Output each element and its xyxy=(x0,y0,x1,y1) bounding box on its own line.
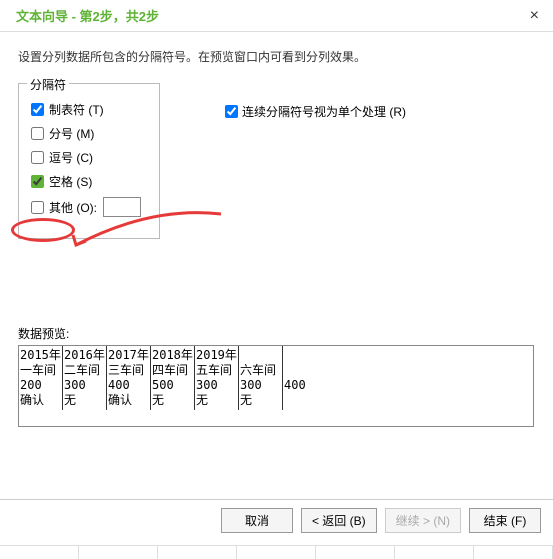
comma-label: 逗号 (C) xyxy=(49,149,93,166)
preview-column: 六车间 300 无 xyxy=(239,346,283,410)
delimiter-legend: 分隔符 xyxy=(27,76,69,93)
preview-column: 2015年 一车间 200 确认 xyxy=(19,346,63,410)
cancel-button[interactable]: 取消 xyxy=(221,508,293,533)
close-icon[interactable]: × xyxy=(530,7,539,25)
preview-label: 数据预览: xyxy=(18,325,535,342)
preview-column: 400 xyxy=(283,346,327,410)
semicolon-label: 分号 (M) xyxy=(49,125,94,142)
finish-button[interactable]: 结束 (F) xyxy=(469,508,541,533)
consecutive-label: 连续分隔符号视为单个处理 (R) xyxy=(242,103,406,120)
dialog-title: 文本向导 - 第2步，共2步 xyxy=(16,6,159,25)
preview-column: 2017年 三车间 400 确认 xyxy=(107,346,151,410)
space-label: 空格 (S) xyxy=(49,173,92,190)
semicolon-checkbox[interactable] xyxy=(31,127,44,140)
annotation-circle xyxy=(11,218,75,242)
other-checkbox[interactable] xyxy=(31,201,44,214)
footer: 取消 < 返回 (B) 继续 > (N) 结束 (F) xyxy=(0,499,553,541)
annotation-arrow xyxy=(71,211,227,261)
other-label: 其他 (O): xyxy=(49,199,97,216)
sheet-grid-edge xyxy=(0,545,553,559)
preview-box: 2015年 一车间 200 确认2016年 二车间 300 无2017年 三车间… xyxy=(18,345,534,427)
consecutive-checkbox[interactable] xyxy=(225,105,238,118)
next-button: 继续 > (N) xyxy=(385,508,461,533)
comma-checkbox[interactable] xyxy=(31,151,44,164)
preview-column: 2019年 五车间 300 无 xyxy=(195,346,239,410)
instruction-text: 设置分列数据所包含的分隔符号。在预览窗口内可看到分列效果。 xyxy=(18,48,535,65)
preview-column: 2018年 四车间 500 无 xyxy=(151,346,195,410)
preview-column: 2016年 二车间 300 无 xyxy=(63,346,107,410)
space-checkbox[interactable] xyxy=(31,175,44,188)
delimiter-fieldset: 分隔符 制表符 (T) 分号 (M) 逗号 (C) 空格 (S) 其他 (O): xyxy=(18,83,160,239)
tab-label: 制表符 (T) xyxy=(49,101,104,118)
other-input[interactable] xyxy=(103,197,141,217)
tab-checkbox[interactable] xyxy=(31,103,44,116)
back-button[interactable]: < 返回 (B) xyxy=(301,508,377,533)
